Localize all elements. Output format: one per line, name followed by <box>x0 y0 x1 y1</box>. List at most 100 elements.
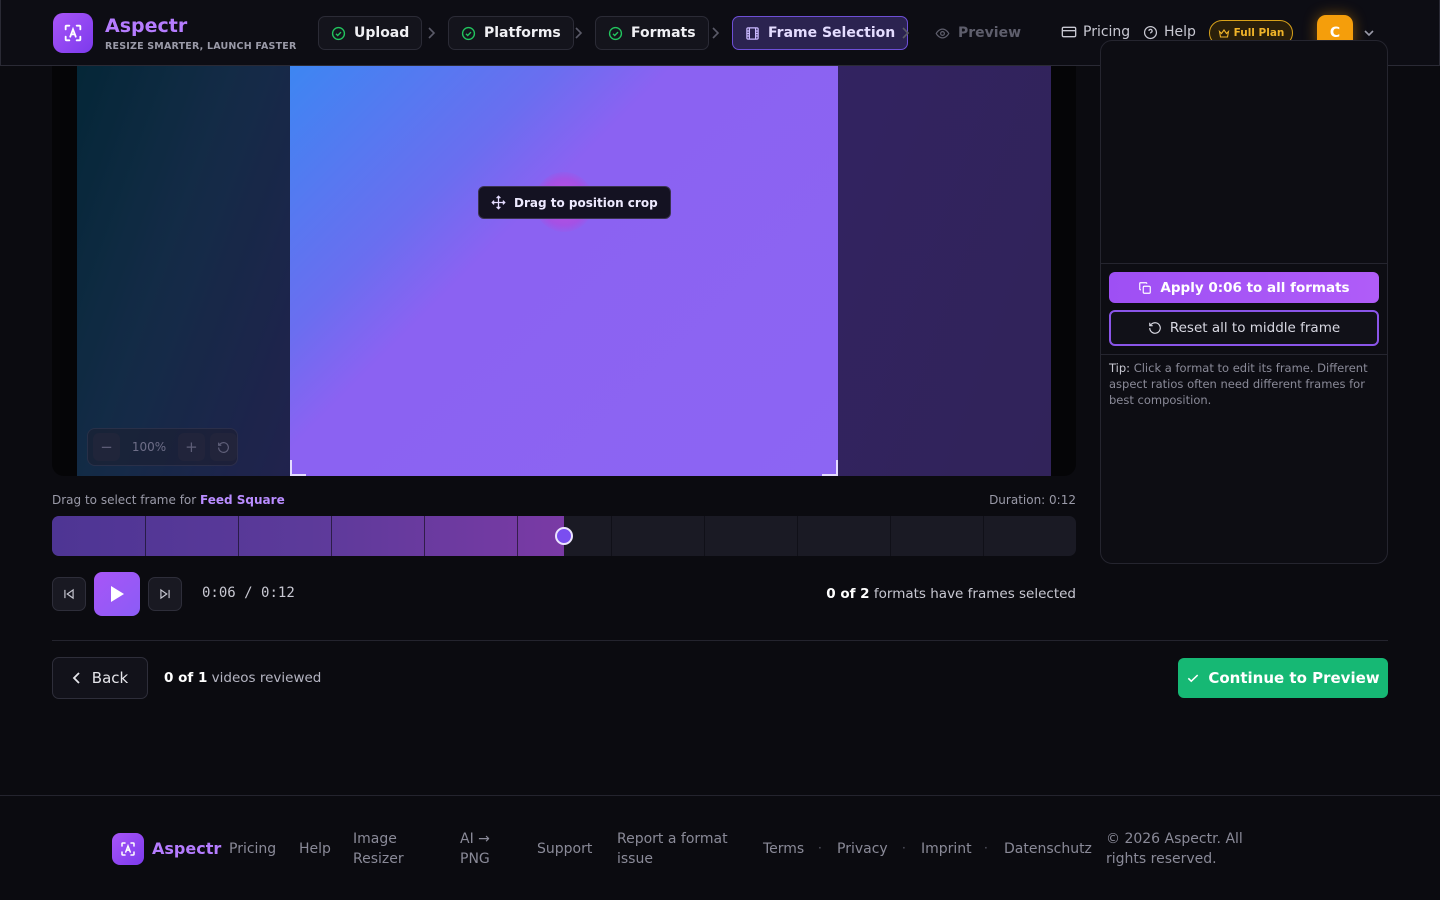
videos-reviewed: 0 of 1 videos reviewed <box>164 670 321 686</box>
timeline-segment-divider <box>611 516 612 556</box>
continue-to-preview-button[interactable]: Continue to Preview <box>1178 658 1388 698</box>
step-label: Upload <box>354 25 410 41</box>
footer-link-image-resizer[interactable]: Image Resizer <box>353 829 413 869</box>
reset-label: Reset all to middle frame <box>1169 320 1341 336</box>
timeline-segment-divider <box>331 516 332 556</box>
tip-body: Click a format to edit its frame. Differ… <box>1109 361 1368 407</box>
zoom-controls: − 100% + <box>87 428 238 466</box>
help-circle-icon <box>1143 25 1158 39</box>
footer-copyright: © 2026 Aspectr. All rights reserved. <box>1106 831 1243 867</box>
apply-label: Apply 0:06 to all formats <box>1160 279 1350 296</box>
skip-forward-button[interactable] <box>148 577 182 611</box>
footer-link-ai-png[interactable]: AI → PNG <box>460 829 500 869</box>
divider <box>1101 263 1387 264</box>
skip-back-button[interactable] <box>52 577 86 611</box>
timeline-format-name: Feed Square <box>200 493 285 507</box>
footer-link-support[interactable]: Support <box>537 839 592 859</box>
crown-icon <box>1218 28 1229 38</box>
chevron-right-icon <box>902 27 910 39</box>
skip-back-icon <box>64 588 74 600</box>
footer-logo-icon[interactable] <box>112 833 144 865</box>
playback-time: 0:06 / 0:12 <box>202 585 295 601</box>
duration-label: Duration: 0:12 <box>989 493 1076 507</box>
timeline-segment-divider <box>797 516 798 556</box>
back-label: Back <box>91 669 129 687</box>
timeline-segment-divider <box>983 516 984 556</box>
crop-handle-bottom-left[interactable] <box>290 460 306 476</box>
back-button[interactable]: Back <box>52 657 148 699</box>
pricing-label: Pricing <box>1083 24 1131 40</box>
chevron-right-icon <box>428 27 436 39</box>
check-circle-icon <box>461 26 476 41</box>
film-icon <box>745 26 760 41</box>
footer-link-privacy[interactable]: Privacy <box>837 839 888 859</box>
footer-dot: · <box>902 841 906 855</box>
divider <box>1101 354 1387 355</box>
drag-tooltip: Drag to position crop <box>478 186 671 219</box>
play-button[interactable] <box>94 572 140 616</box>
help-link[interactable]: Help <box>1143 24 1196 40</box>
site-footer: Aspectr Pricing Help Image Resizer AI → … <box>0 795 1440 900</box>
check-circle-icon <box>608 26 623 41</box>
footer-link-pricing[interactable]: Pricing <box>229 839 276 859</box>
brand-tagline: RESIZE SMARTER, LAUNCH FASTER <box>105 41 297 52</box>
rotate-ccw-icon <box>1148 322 1161 334</box>
footer-dot: · <box>984 841 988 855</box>
eye-icon <box>935 26 950 41</box>
timeline-segment-divider <box>890 516 891 556</box>
footer-link-datenschutz[interactable]: Datenschutz <box>1004 839 1092 859</box>
step-label: Platforms <box>484 25 561 41</box>
timeline-segment-divider <box>424 516 425 556</box>
step-preview: Preview <box>922 16 1034 50</box>
crop-outside-left <box>77 66 290 476</box>
divider <box>52 640 1388 641</box>
zoom-level: 100% <box>131 440 167 454</box>
tooltip-label: Drag to position crop <box>514 195 658 210</box>
credit-card-icon <box>1061 26 1077 38</box>
formats-suffix: formats have frames selected <box>873 586 1076 602</box>
video-preview: Drag to position crop − 100% + <box>52 66 1076 476</box>
aspectr-logo-icon[interactable] <box>53 13 93 53</box>
apply-to-all-button[interactable]: Apply 0:06 to all formats <box>1109 272 1379 303</box>
crop-outside-right <box>838 66 1051 476</box>
zoom-in-button[interactable]: + <box>177 433 205 461</box>
brand-name[interactable]: Aspectr <box>105 15 187 37</box>
reset-zoom-button[interactable] <box>209 433 238 461</box>
footer-link-report-issue[interactable]: Report a format issue <box>617 829 737 869</box>
time-separator: / <box>244 585 253 601</box>
footer-link-help[interactable]: Help <box>299 839 331 859</box>
chevron-down-icon[interactable] <box>1363 27 1375 39</box>
crop-handle-bottom-right[interactable] <box>822 460 838 476</box>
zoom-out-button[interactable]: − <box>93 433 121 461</box>
continue-label: Continue to Preview <box>1208 669 1380 687</box>
current-time: 0:06 <box>202 585 236 601</box>
play-icon <box>111 586 124 602</box>
footer-link-imprint[interactable]: Imprint <box>921 839 972 859</box>
total-time: 0:12 <box>261 585 295 601</box>
footer-brand[interactable]: Aspectr <box>152 839 221 858</box>
footer-link-terms[interactable]: Terms <box>763 839 804 859</box>
footer-dot: · <box>818 841 822 855</box>
step-formats[interactable]: Formats <box>595 16 709 50</box>
timeline-segment-divider <box>238 516 239 556</box>
timeline-segment-divider <box>517 516 518 556</box>
reset-all-button[interactable]: Reset all to middle frame <box>1109 310 1379 346</box>
step-label: Preview <box>958 25 1022 41</box>
step-frame-selection[interactable]: Frame Selection <box>732 16 909 50</box>
timeline-label: Drag to select frame for Feed Square <box>52 493 285 507</box>
chevron-left-icon <box>72 672 80 684</box>
reviewed-suffix: videos reviewed <box>211 670 322 686</box>
step-upload[interactable]: Upload <box>318 16 423 50</box>
chevron-right-icon <box>712 27 720 39</box>
check-icon <box>1188 674 1199 683</box>
timeline-thumb[interactable] <box>555 527 573 545</box>
chevron-right-icon <box>575 27 583 39</box>
pricing-link[interactable]: Pricing <box>1061 24 1130 40</box>
plan-label: Full Plan <box>1233 27 1285 39</box>
move-icon <box>491 195 506 210</box>
check-circle-icon <box>331 26 346 41</box>
timeline-label-prefix: Drag to select frame for <box>52 493 197 507</box>
step-platforms[interactable]: Platforms <box>448 16 574 50</box>
formats-count: 0 of 2 <box>826 586 870 602</box>
crop-area[interactable] <box>290 66 838 476</box>
